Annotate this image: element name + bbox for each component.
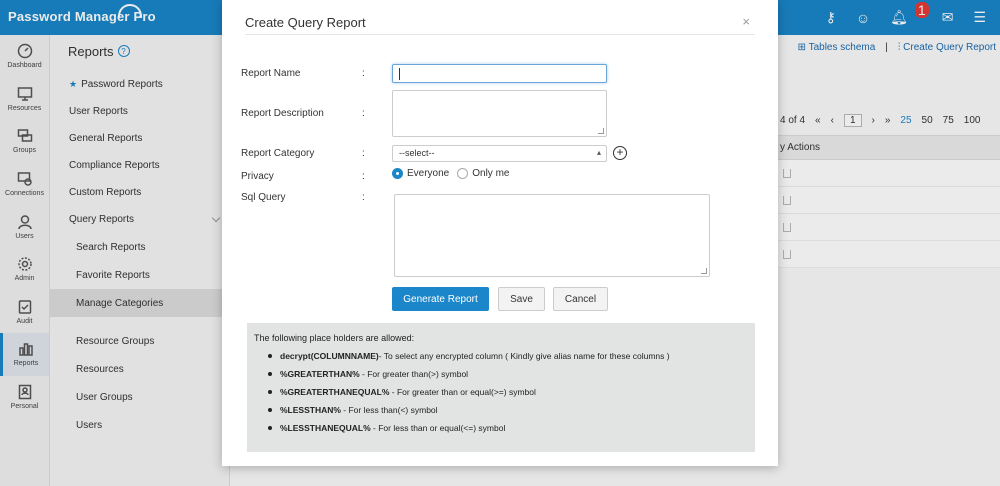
colon: : <box>362 108 365 119</box>
placeholder-desc: - To select any encrypted column ( Kindl… <box>378 351 670 361</box>
placeholders-info-box: The following place holders are allowed:… <box>247 323 755 452</box>
sql-query-textarea[interactable] <box>394 194 710 277</box>
placeholder-key: %GREATERTHAN% <box>280 369 360 379</box>
save-button[interactable]: Save <box>498 287 545 311</box>
report-category-select[interactable]: --select-- ▴ <box>392 145 607 162</box>
cancel-button[interactable]: Cancel <box>553 287 608 311</box>
list-item: %LESSTHAN% - For less than(<) symbol <box>268 401 748 419</box>
privacy-only-me-label: Only me <box>472 168 510 179</box>
text-caret <box>399 68 400 80</box>
privacy-only-me-radio[interactable] <box>457 168 469 179</box>
list-item: %GREATERTHAN% - For greater than(>) symb… <box>268 365 748 383</box>
report-category-label: Report Category <box>241 148 315 159</box>
report-name-label: Report Name <box>241 68 301 79</box>
create-query-report-dialog: Create Query Report × Report Name : Repo… <box>222 0 778 466</box>
placeholder-desc: - For greater than or equal(>=) symbol <box>389 387 536 397</box>
info-intro: The following place holders are allowed: <box>254 333 415 343</box>
close-icon[interactable]: × <box>742 14 750 29</box>
privacy-everyone-label: Everyone <box>407 168 450 179</box>
report-description-label: Report Description <box>241 108 324 119</box>
list-item: decrypt(COLUMNNAME)- To select any encry… <box>268 347 748 365</box>
category-selected-value: --select-- <box>399 148 435 158</box>
add-category-icon[interactable]: + <box>613 146 627 160</box>
placeholder-desc: - For less than(<) symbol <box>340 405 438 415</box>
placeholder-key: %LESSTHAN% <box>280 405 341 415</box>
generate-report-button[interactable]: Generate Report <box>392 287 489 311</box>
colon: : <box>362 148 365 159</box>
placeholder-key: decrypt(COLUMNNAME) <box>280 351 379 361</box>
placeholder-desc: - For greater than(>) symbol <box>359 369 469 379</box>
select-arrows-icon: ▴ <box>596 148 601 157</box>
list-item: %GREATERTHANEQUAL% - For greater than or… <box>268 383 748 401</box>
privacy-options: Everyone Only me <box>392 168 509 179</box>
resize-grip-icon[interactable] <box>701 268 707 274</box>
colon: : <box>362 68 365 79</box>
privacy-everyone-radio[interactable] <box>392 168 403 179</box>
dialog-title: Create Query Report <box>245 15 366 30</box>
report-name-input[interactable] <box>392 64 607 83</box>
placeholder-desc: - For less than or equal(<=) symbol <box>370 423 506 433</box>
title-divider <box>245 34 755 35</box>
placeholder-list: decrypt(COLUMNNAME)- To select any encry… <box>254 347 748 437</box>
report-description-textarea[interactable] <box>392 90 607 137</box>
placeholder-key: %GREATERTHANEQUAL% <box>280 387 390 397</box>
sql-query-label: Sql Query <box>241 192 286 203</box>
list-item: %LESSTHANEQUAL% - For less than or equal… <box>268 419 748 437</box>
colon: : <box>362 192 365 203</box>
colon: : <box>362 171 365 182</box>
placeholder-key: %LESSTHANEQUAL% <box>280 423 371 433</box>
resize-grip-icon[interactable] <box>598 128 604 134</box>
privacy-label: Privacy <box>241 171 274 182</box>
